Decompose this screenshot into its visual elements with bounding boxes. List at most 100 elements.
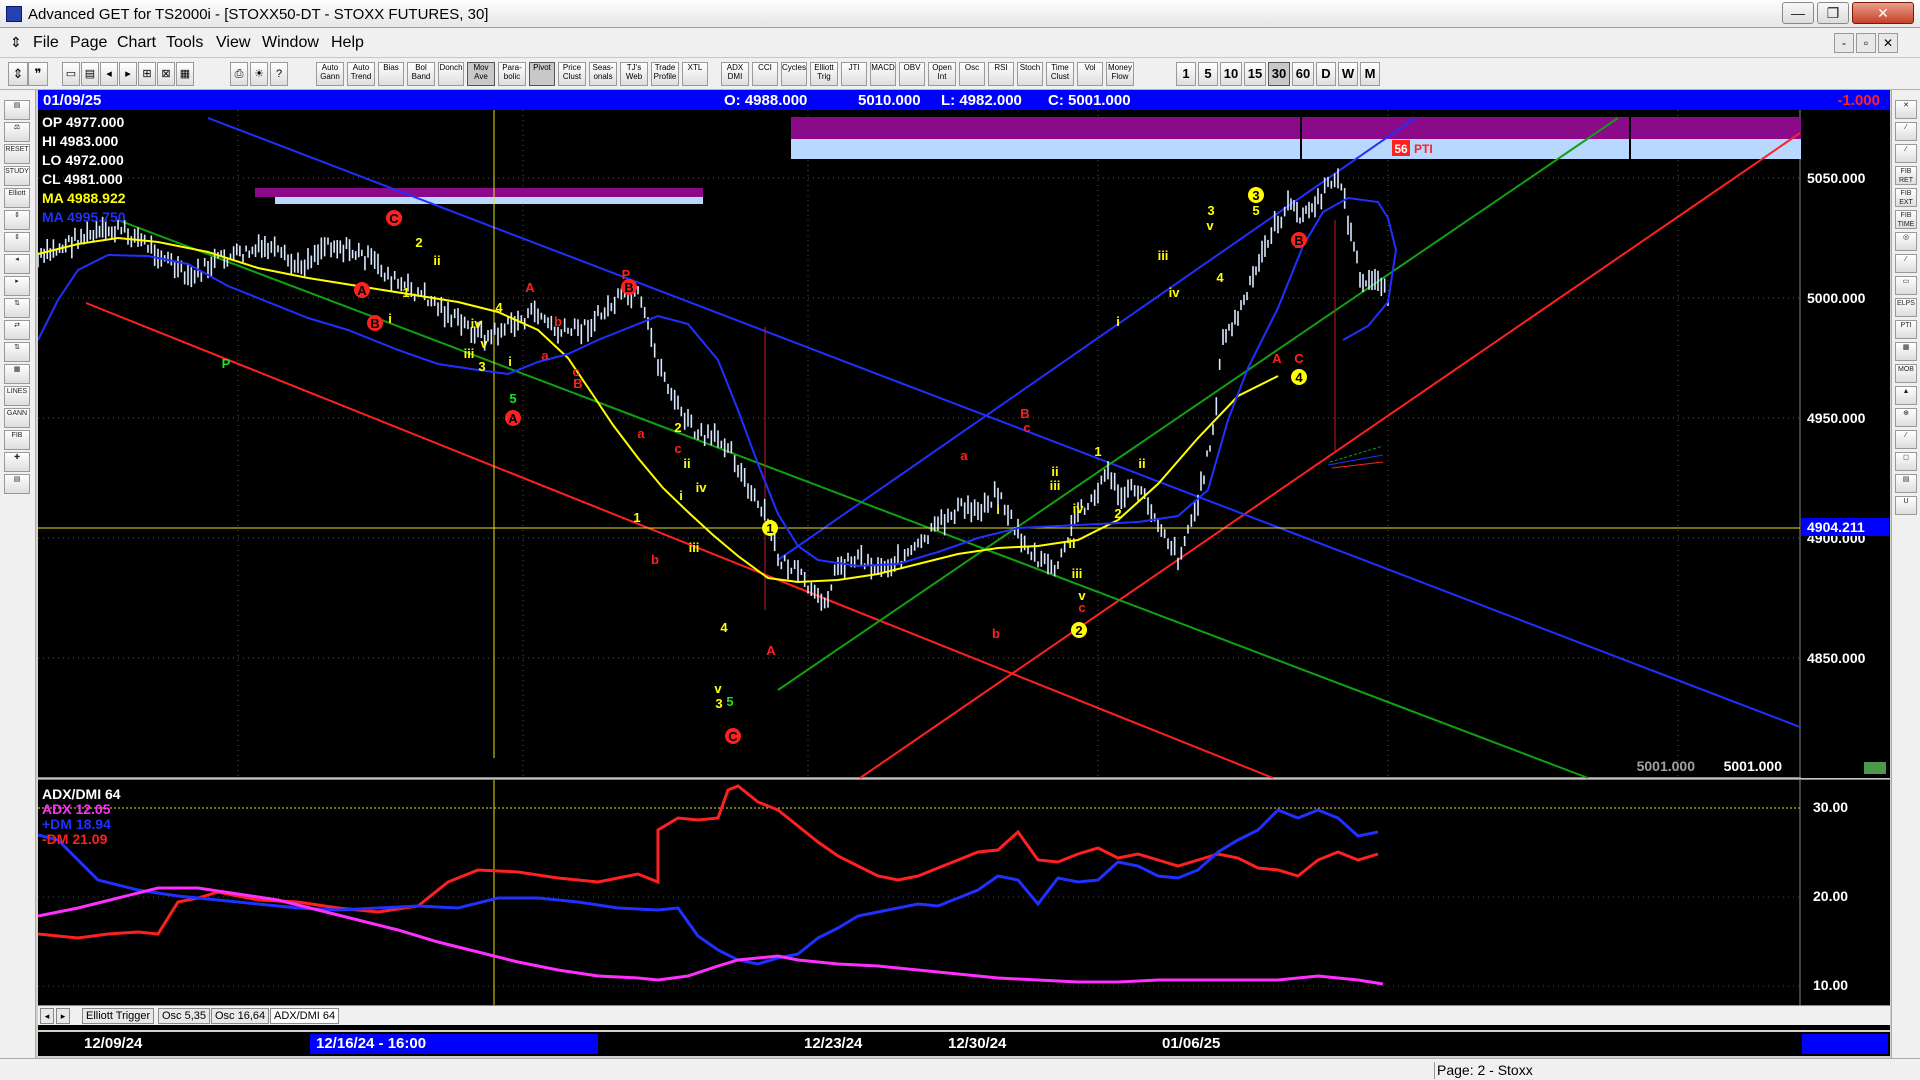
print-button[interactable]: ⎙: [230, 62, 248, 86]
study-button[interactable]: Bol Band: [407, 62, 435, 86]
menu-file[interactable]: File: [33, 34, 59, 52]
left-tool-button[interactable]: ▤: [4, 100, 30, 120]
quote-tool-button[interactable]: ❞: [28, 62, 48, 86]
left-tool-button[interactable]: ▸: [4, 276, 30, 296]
interval-button-5[interactable]: 5: [1198, 62, 1218, 86]
right-tool-button[interactable]: ⁄: [1895, 254, 1917, 273]
study-button[interactable]: Mov Ave: [467, 62, 495, 86]
mdi-restore-button[interactable]: ▫: [1856, 33, 1876, 53]
tab-osc-16-64[interactable]: Osc 16,64: [211, 1008, 270, 1024]
time-axis-scroll[interactable]: [1802, 1034, 1888, 1054]
study-button[interactable]: XTL: [682, 62, 708, 86]
grid-button[interactable]: ▦: [176, 62, 194, 86]
left-tool-button[interactable]: ⚖: [4, 122, 30, 142]
right-tool-button[interactable]: ✕: [1895, 100, 1917, 119]
study-button[interactable]: CCI: [752, 62, 778, 86]
right-tool-button[interactable]: MOB: [1895, 364, 1917, 383]
tab-osc-5-35[interactable]: Osc 5,35: [158, 1008, 211, 1024]
chart-window[interactable]: 01/09/25 O: 4988.000 5010.000 L: 4982.00…: [37, 90, 1890, 1030]
help-icon[interactable]: ?: [270, 62, 288, 86]
right-tool-button[interactable]: ⊕: [1895, 408, 1917, 427]
right-tool-button[interactable]: ▲: [1895, 386, 1917, 405]
tab-prev-button[interactable]: ◂: [40, 1008, 54, 1024]
menu-chart[interactable]: Chart: [117, 34, 156, 52]
mdi-close-button[interactable]: ✕: [1878, 33, 1898, 53]
right-tool-button[interactable]: ▤: [1895, 474, 1917, 493]
menu-view[interactable]: View: [216, 34, 250, 52]
zoom-button[interactable]: ⊞: [138, 62, 156, 86]
study-button[interactable]: Auto Trend: [347, 62, 375, 86]
open-button[interactable]: ▤: [81, 62, 99, 86]
right-tool-button[interactable]: U: [1895, 496, 1917, 515]
study-button[interactable]: Cycles: [781, 62, 807, 86]
right-tool-button[interactable]: FIB RET: [1895, 166, 1917, 185]
interval-button-D[interactable]: D: [1316, 62, 1336, 86]
interval-button-60[interactable]: 60: [1292, 62, 1314, 86]
left-tool-button[interactable]: Elliott: [4, 188, 30, 208]
study-button[interactable]: MACD: [870, 62, 896, 86]
price-chart[interactable]: 01/09/25 O: 4988.000 5010.000 L: 4982.00…: [37, 90, 1890, 1005]
left-tool-button[interactable]: ⇄: [4, 320, 30, 340]
study-button[interactable]: Bias: [378, 62, 404, 86]
maximize-button[interactable]: ❐: [1817, 2, 1849, 24]
left-tool-button[interactable]: ⇕: [4, 210, 30, 230]
tab-elliott-trigger[interactable]: Elliott Trigger: [82, 1008, 155, 1024]
left-tool-button[interactable]: ⇕: [4, 232, 30, 252]
right-tool-button[interactable]: FIB TIME: [1895, 210, 1917, 229]
left-tool-button[interactable]: FIB: [4, 430, 30, 450]
right-tool-button[interactable]: ◎: [1895, 232, 1917, 251]
left-tool-button[interactable]: LINES: [4, 386, 30, 406]
menu-window[interactable]: Window: [262, 34, 319, 52]
study-button[interactable]: Elliott Trig: [810, 62, 838, 86]
interval-button-30[interactable]: 30: [1268, 62, 1290, 86]
study-button[interactable]: Stoch: [1017, 62, 1043, 86]
study-button[interactable]: ADX DMI: [721, 62, 749, 86]
study-button[interactable]: Para-bolic: [498, 62, 526, 86]
study-button[interactable]: Trade Profile: [651, 62, 679, 86]
right-tool-button[interactable]: ⁄: [1895, 122, 1917, 141]
interval-button-M[interactable]: M: [1360, 62, 1380, 86]
right-tool-button[interactable]: PTI: [1895, 320, 1917, 339]
close-button[interactable]: ✕: [1852, 2, 1914, 24]
right-tool-button[interactable]: FIB EXT: [1895, 188, 1917, 207]
bulb-icon[interactable]: ☀: [250, 62, 268, 86]
menu-help[interactable]: Help: [331, 34, 364, 52]
left-tool-button[interactable]: ⇅: [4, 342, 30, 362]
study-button[interactable]: Pivot: [529, 62, 555, 86]
study-button[interactable]: Osc: [959, 62, 985, 86]
study-button[interactable]: OBV: [899, 62, 925, 86]
menu-page[interactable]: Page: [70, 34, 107, 52]
right-tool-button[interactable]: ▭: [1895, 276, 1917, 295]
study-button[interactable]: JTI: [841, 62, 867, 86]
interval-button-10[interactable]: 10: [1220, 62, 1242, 86]
left-tool-button[interactable]: STUDY: [4, 166, 30, 186]
left-tool-button[interactable]: ▤: [4, 474, 30, 494]
left-tool-button[interactable]: ▦: [4, 364, 30, 384]
nav-right-button[interactable]: ▸: [119, 62, 137, 86]
right-tool-button[interactable]: ▦: [1895, 342, 1917, 361]
study-button[interactable]: Donch: [438, 62, 464, 86]
study-button[interactable]: Auto Gann: [316, 62, 344, 86]
study-button[interactable]: Vol: [1077, 62, 1103, 86]
study-button[interactable]: Time Clust: [1046, 62, 1074, 86]
menu-tools[interactable]: Tools: [166, 34, 203, 52]
left-tool-button[interactable]: GANN: [4, 408, 30, 428]
interval-button-W[interactable]: W: [1338, 62, 1358, 86]
study-button[interactable]: Open Int: [928, 62, 956, 86]
interval-button-1[interactable]: 1: [1176, 62, 1196, 86]
left-tool-button[interactable]: RESET: [4, 144, 30, 164]
right-tool-button[interactable]: ◻: [1895, 452, 1917, 471]
study-button[interactable]: Money Flow: [1106, 62, 1134, 86]
study-button[interactable]: TJ's Web: [620, 62, 648, 86]
left-tool-button[interactable]: ✚: [4, 452, 30, 472]
new-page-button[interactable]: ▭: [62, 62, 80, 86]
right-tool-button[interactable]: ⁄: [1895, 144, 1917, 163]
cursor-tool-button[interactable]: ⇕: [8, 62, 28, 86]
delete-button[interactable]: ⊠: [157, 62, 175, 86]
study-button[interactable]: Seas-onals: [589, 62, 617, 86]
left-tool-button[interactable]: ⇅: [4, 298, 30, 318]
left-tool-button[interactable]: ◂: [4, 254, 30, 274]
study-button[interactable]: RSI: [988, 62, 1014, 86]
nav-left-button[interactable]: ◂: [100, 62, 118, 86]
tab-adx-dmi-64[interactable]: ADX/DMI 64: [270, 1008, 340, 1024]
